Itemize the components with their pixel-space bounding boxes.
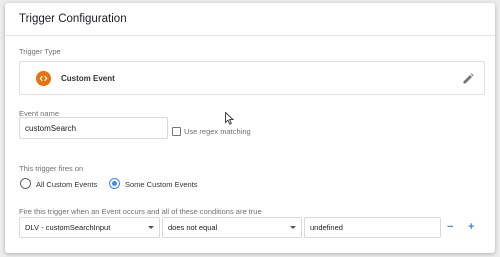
chevron-down-icon xyxy=(290,226,296,229)
panel-title: Trigger Configuration xyxy=(19,13,127,25)
event-name-input[interactable]: customSearch xyxy=(19,117,168,139)
trigger-type-name: Custom Event xyxy=(61,74,115,83)
conditions-label: Fire this trigger when an Event occurs a… xyxy=(19,207,262,216)
variable-select[interactable]: DLV - customSearchInput xyxy=(19,217,160,238)
custom-event-icon xyxy=(36,71,51,86)
variable-select-value: DLV - customSearchInput xyxy=(25,223,111,232)
regex-checkbox-label: Use regex matching xyxy=(184,127,251,136)
all-custom-events-radio[interactable] xyxy=(20,178,31,189)
operator-select[interactable]: does not equal xyxy=(162,217,302,238)
mouse-cursor-icon xyxy=(225,112,234,125)
trigger-configuration-panel: Trigger Configuration Trigger Type Custo… xyxy=(5,3,495,253)
fires-on-label: This trigger fires on xyxy=(19,164,84,173)
operator-select-value: does not equal xyxy=(168,223,218,232)
some-custom-events-radio[interactable] xyxy=(109,178,120,189)
condition-value: undefined xyxy=(310,223,343,232)
remove-condition-button[interactable]: − xyxy=(447,222,453,233)
chevron-down-icon xyxy=(148,226,154,229)
pencil-icon[interactable] xyxy=(461,72,475,86)
event-name-value: customSearch xyxy=(25,123,77,133)
condition-value-input[interactable]: undefined xyxy=(304,217,441,238)
some-custom-events-label: Some Custom Events xyxy=(125,180,198,189)
regex-checkbox[interactable] xyxy=(172,127,181,136)
add-condition-button[interactable]: + xyxy=(468,222,474,233)
all-custom-events-label: All Custom Events xyxy=(36,180,98,189)
trigger-type-label: Trigger Type xyxy=(19,47,61,56)
trigger-type-selector[interactable]: Custom Event xyxy=(19,61,485,95)
panel-header: Trigger Configuration xyxy=(5,3,495,36)
